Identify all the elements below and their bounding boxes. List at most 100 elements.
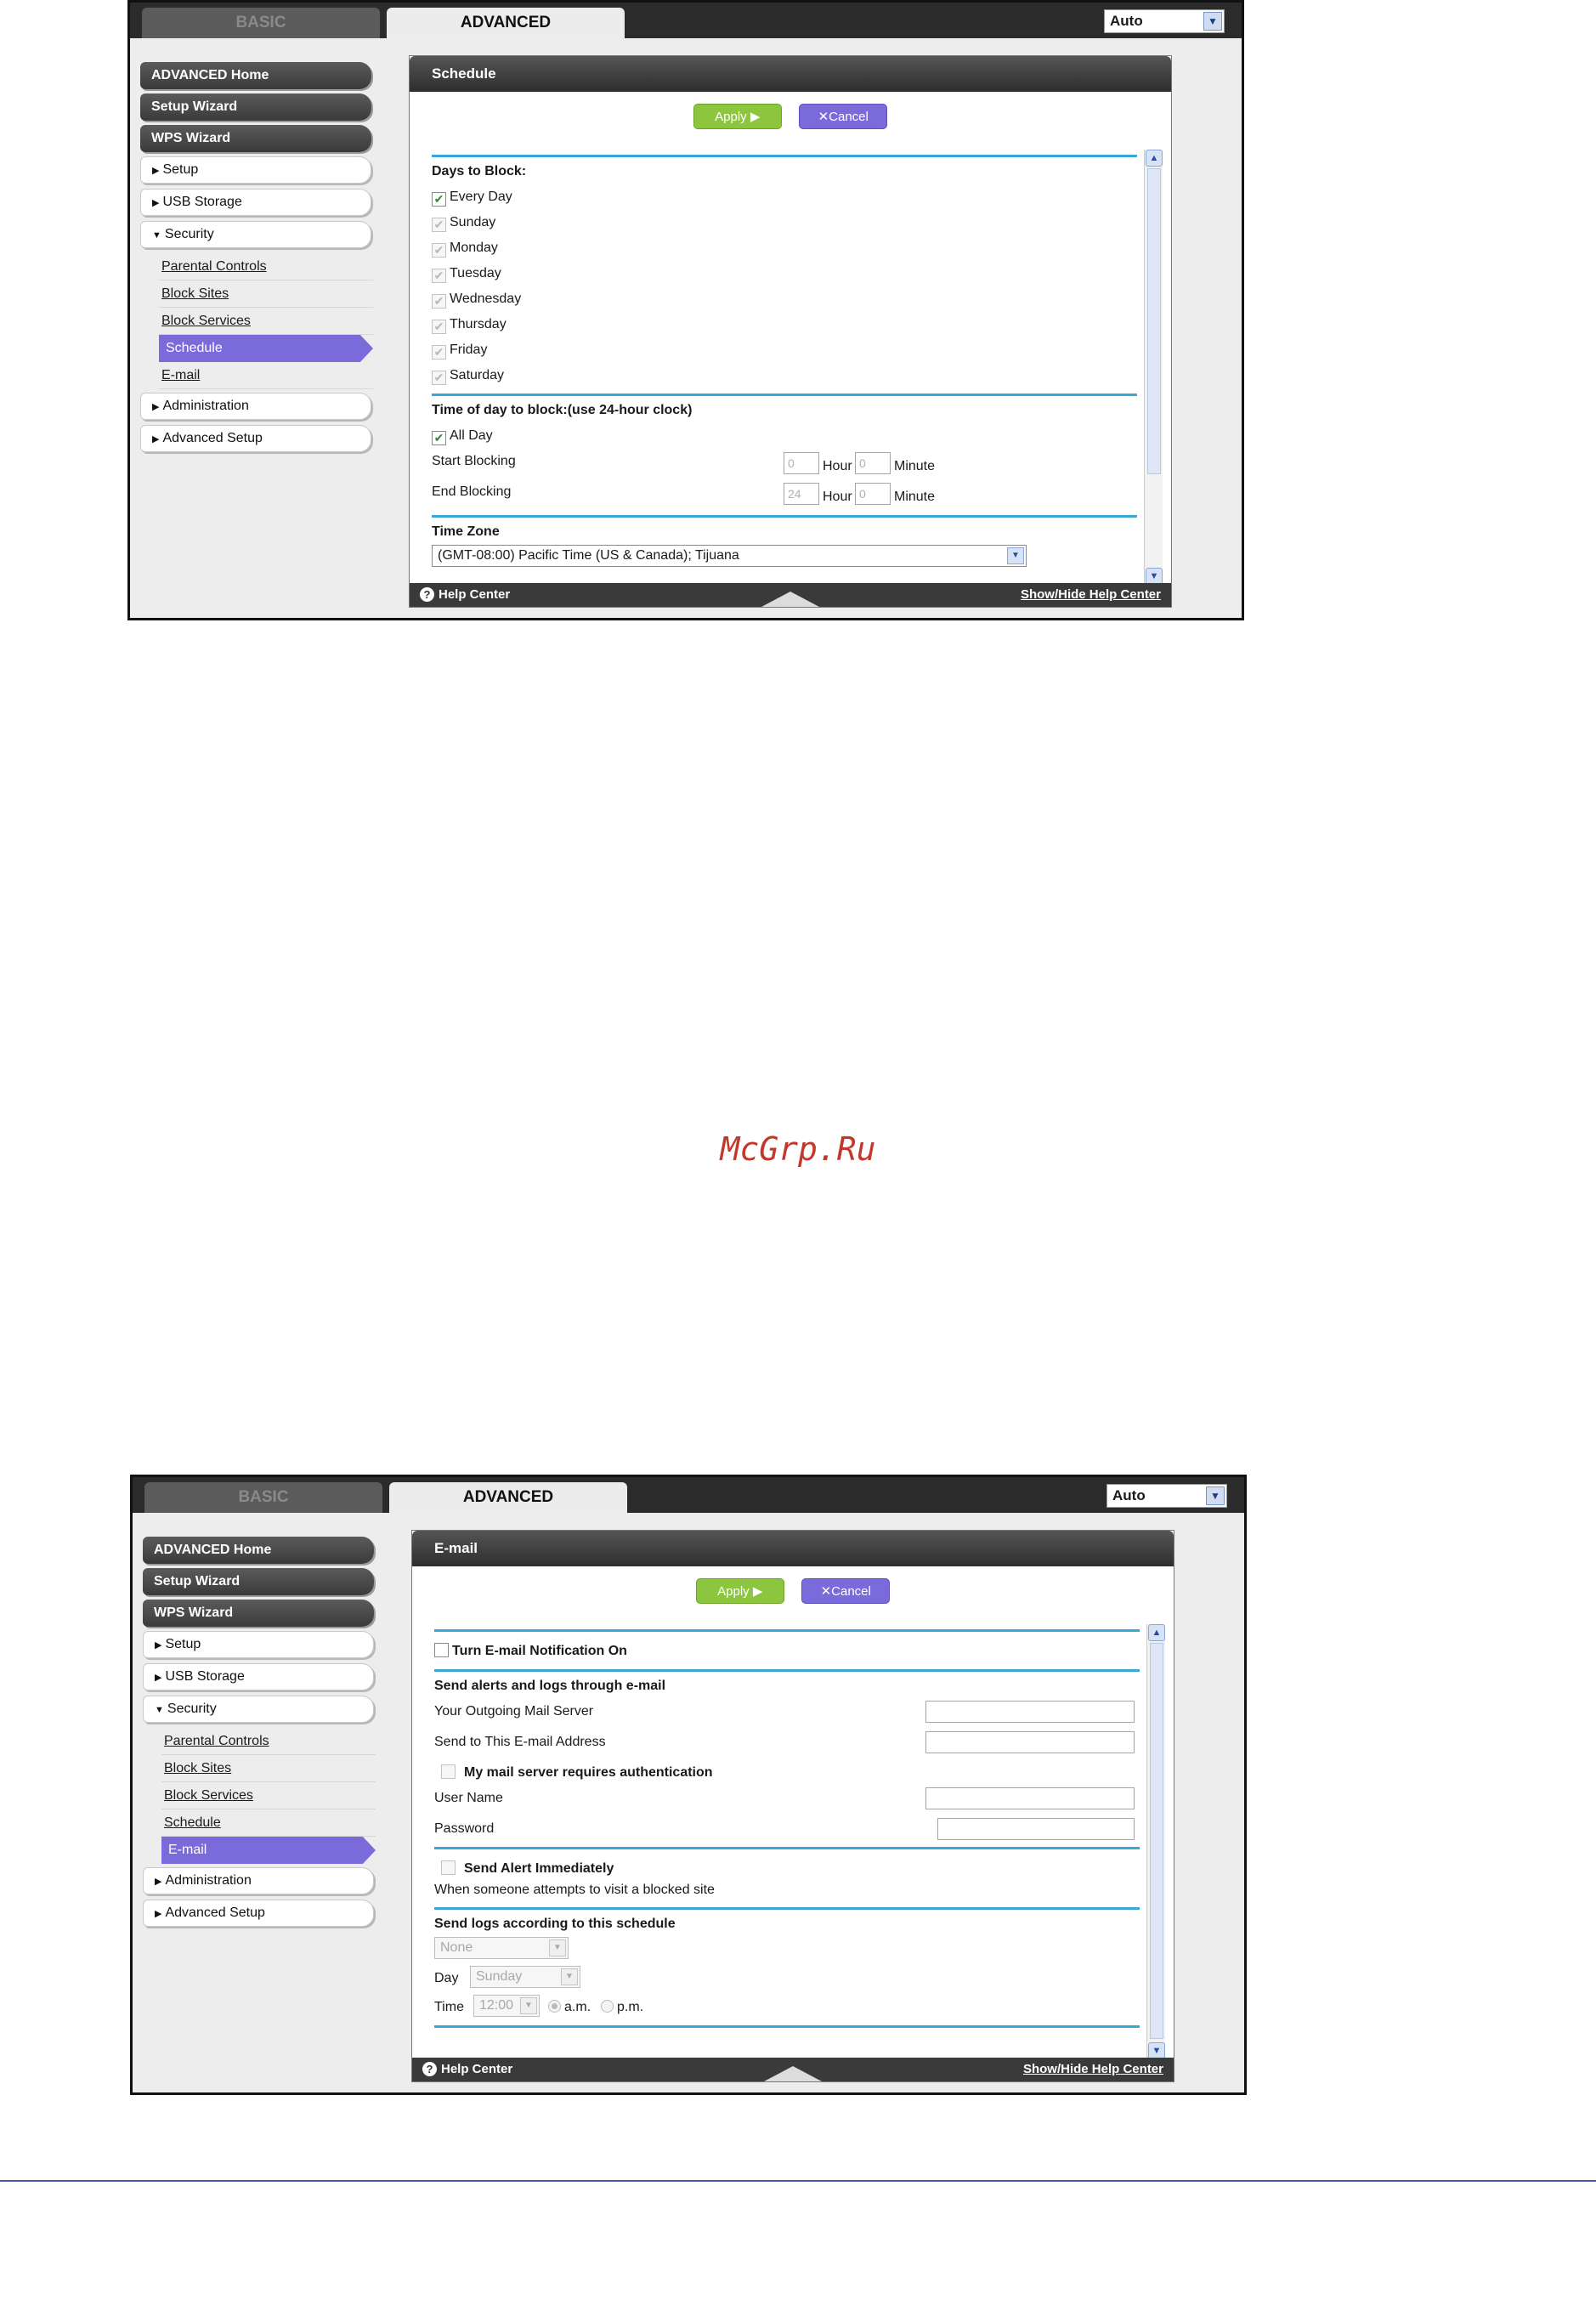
am-radio[interactable]	[548, 2000, 561, 2013]
nav-administration[interactable]: ▶ Administration	[143, 1867, 374, 1894]
help-center-bar: ? Help Center Show/Hide Help Center	[412, 2058, 1174, 2081]
tab-advanced[interactable]: ADVANCED	[387, 8, 625, 38]
every-day-label: Every Day	[450, 190, 512, 204]
tab-basic[interactable]: BASIC	[142, 8, 380, 38]
divider	[432, 394, 1137, 396]
nav-wps-wizard[interactable]: WPS Wizard	[143, 1600, 374, 1627]
am-option[interactable]: a.m.	[548, 1995, 591, 2020]
scrollbar-thumb[interactable]	[1150, 1643, 1163, 2039]
every-day-checkbox[interactable]: ✔	[432, 192, 446, 207]
nav-advanced-setup-label: Advanced Setup	[162, 431, 263, 445]
subnav-schedule[interactable]: Schedule	[159, 335, 373, 362]
apply-button[interactable]: Apply ▶	[695, 1578, 784, 1604]
nav-setup[interactable]: ▶ Setup	[143, 1631, 374, 1658]
cancel-button[interactable]: ✕Cancel	[799, 104, 888, 129]
friday-checkbox[interactable]: ✔	[432, 345, 446, 360]
schedule-screenshot: BASIC ADVANCED Auto ▼ ADVANCED Home Setu…	[127, 0, 1244, 620]
end-minute-input[interactable]: 0	[855, 483, 891, 505]
outgoing-server-input[interactable]	[925, 1701, 1135, 1723]
watermark-text: McGrp.Ru	[720, 1130, 876, 1168]
show-hide-help-link[interactable]: Show/Hide Help Center	[1023, 2058, 1163, 2081]
help-center-link[interactable]: ? Help Center	[422, 2058, 512, 2081]
top-tab-bar: BASIC ADVANCED Auto ▼	[130, 3, 1242, 38]
show-hide-help-link[interactable]: Show/Hide Help Center	[1021, 583, 1161, 607]
expand-triangle-icon[interactable]	[761, 592, 819, 607]
turn-on-checkbox[interactable]	[434, 1643, 449, 1657]
nav-usb-storage[interactable]: ▶ USB Storage	[140, 189, 371, 216]
nav-usb-storage[interactable]: ▶ USB Storage	[143, 1663, 374, 1690]
subnav-parental-controls[interactable]: Parental Controls	[159, 253, 373, 280]
nav-advanced-home[interactable]: ADVANCED Home	[143, 1537, 374, 1564]
caret-right-icon: ▶	[152, 166, 160, 176]
subnav-block-sites[interactable]: Block Sites	[161, 1755, 376, 1782]
auth-checkbox[interactable]	[441, 1764, 456, 1779]
pm-option[interactable]: p.m.	[601, 1995, 643, 2020]
nav-administration-label: Administration	[162, 399, 249, 413]
time-zone-select[interactable]: (GMT-08:00) Pacific Time (US & Canada); …	[432, 545, 1027, 567]
subnav-email[interactable]: E-mail	[159, 362, 373, 389]
subnav-block-sites[interactable]: Block Sites	[159, 280, 373, 308]
sunday-checkbox[interactable]: ✔	[432, 218, 446, 232]
nav-setup[interactable]: ▶ Setup	[140, 156, 371, 184]
send-to-input[interactable]	[925, 1731, 1135, 1753]
nav-security[interactable]: ▼ Security	[143, 1696, 374, 1723]
nav-advanced-setup[interactable]: ▶ Advanced Setup	[140, 425, 371, 452]
scroll-up-icon[interactable]: ▲	[1148, 1624, 1165, 1641]
tab-advanced[interactable]: ADVANCED	[389, 1482, 627, 1513]
user-name-label: User Name	[434, 1791, 503, 1805]
user-name-input[interactable]	[925, 1787, 1135, 1809]
day-row-tuesday: ✔ Tuesday	[432, 261, 1137, 286]
nav-security[interactable]: ▼ Security	[140, 221, 371, 248]
send-alert-checkbox[interactable]	[441, 1860, 456, 1875]
minute-label: Minute	[894, 459, 936, 473]
wednesday-checkbox[interactable]: ✔	[432, 294, 446, 309]
help-center-link[interactable]: ? Help Center	[420, 583, 510, 607]
subnav-schedule[interactable]: Schedule	[161, 1809, 376, 1837]
turn-on-label: Turn E-mail Notification On	[452, 1644, 627, 1658]
day-label: Sunday	[450, 215, 496, 229]
vertical-scrollbar[interactable]: ▲ ▼	[1146, 1624, 1165, 2059]
start-hour-input[interactable]: 0	[784, 452, 819, 474]
tab-basic[interactable]: BASIC	[144, 1482, 382, 1513]
nav-advanced-setup[interactable]: ▶ Advanced Setup	[143, 1900, 374, 1927]
log-schedule-select[interactable]: None ▼	[434, 1937, 569, 1959]
day-select[interactable]: Sunday ▼	[470, 1966, 580, 1988]
subnav-parental-controls[interactable]: Parental Controls	[161, 1728, 376, 1755]
scroll-up-icon[interactable]: ▲	[1146, 150, 1163, 167]
nav-administration-label: Administration	[165, 1873, 252, 1888]
subnav-block-services[interactable]: Block Services	[161, 1782, 376, 1809]
cancel-button[interactable]: ✕Cancel	[801, 1578, 891, 1604]
language-select[interactable]: Auto ▼	[1106, 1484, 1227, 1508]
help-center-bar: ? Help Center Show/Hide Help Center	[410, 583, 1171, 607]
end-hour-input[interactable]: 24	[784, 483, 819, 505]
time-of-day-heading: Time of day to block:(use 24-hour clock)	[432, 403, 693, 417]
expand-triangle-icon[interactable]	[764, 2066, 822, 2081]
nav-advanced-home[interactable]: ADVANCED Home	[140, 62, 371, 89]
tuesday-checkbox[interactable]: ✔	[432, 269, 446, 283]
thursday-checkbox[interactable]: ✔	[432, 320, 446, 334]
day-row-thursday: ✔ Thursday	[432, 312, 1137, 337]
minute-label: Minute	[894, 490, 936, 504]
language-select[interactable]: Auto ▼	[1104, 9, 1225, 33]
password-input[interactable]	[937, 1818, 1135, 1840]
send-alert-row: Send Alert Immediately	[434, 1856, 1140, 1882]
vertical-scrollbar[interactable]: ▲ ▼	[1144, 150, 1163, 585]
monday-checkbox[interactable]: ✔	[432, 243, 446, 258]
subnav-block-services[interactable]: Block Services	[159, 308, 373, 335]
scroll-down-icon[interactable]: ▼	[1146, 568, 1163, 585]
time-select[interactable]: 12:00 ▼	[473, 1995, 540, 2017]
start-minute-input[interactable]: 0	[855, 452, 891, 474]
all-day-checkbox[interactable]: ✔	[432, 431, 446, 445]
caret-right-icon: ▶	[152, 198, 160, 208]
saturday-checkbox[interactable]: ✔	[432, 371, 446, 385]
pm-radio[interactable]	[601, 2000, 614, 2013]
nav-setup-wizard[interactable]: Setup Wizard	[143, 1568, 374, 1595]
scroll-down-icon[interactable]: ▼	[1148, 2042, 1165, 2059]
apply-button[interactable]: Apply ▶	[693, 104, 782, 129]
chevron-down-icon: ▼	[520, 1997, 537, 2014]
subnav-email[interactable]: E-mail	[161, 1837, 376, 1864]
nav-setup-wizard[interactable]: Setup Wizard	[140, 93, 371, 121]
nav-administration[interactable]: ▶ Administration	[140, 393, 371, 420]
scrollbar-thumb[interactable]	[1147, 168, 1161, 474]
nav-wps-wizard[interactable]: WPS Wizard	[140, 125, 371, 152]
